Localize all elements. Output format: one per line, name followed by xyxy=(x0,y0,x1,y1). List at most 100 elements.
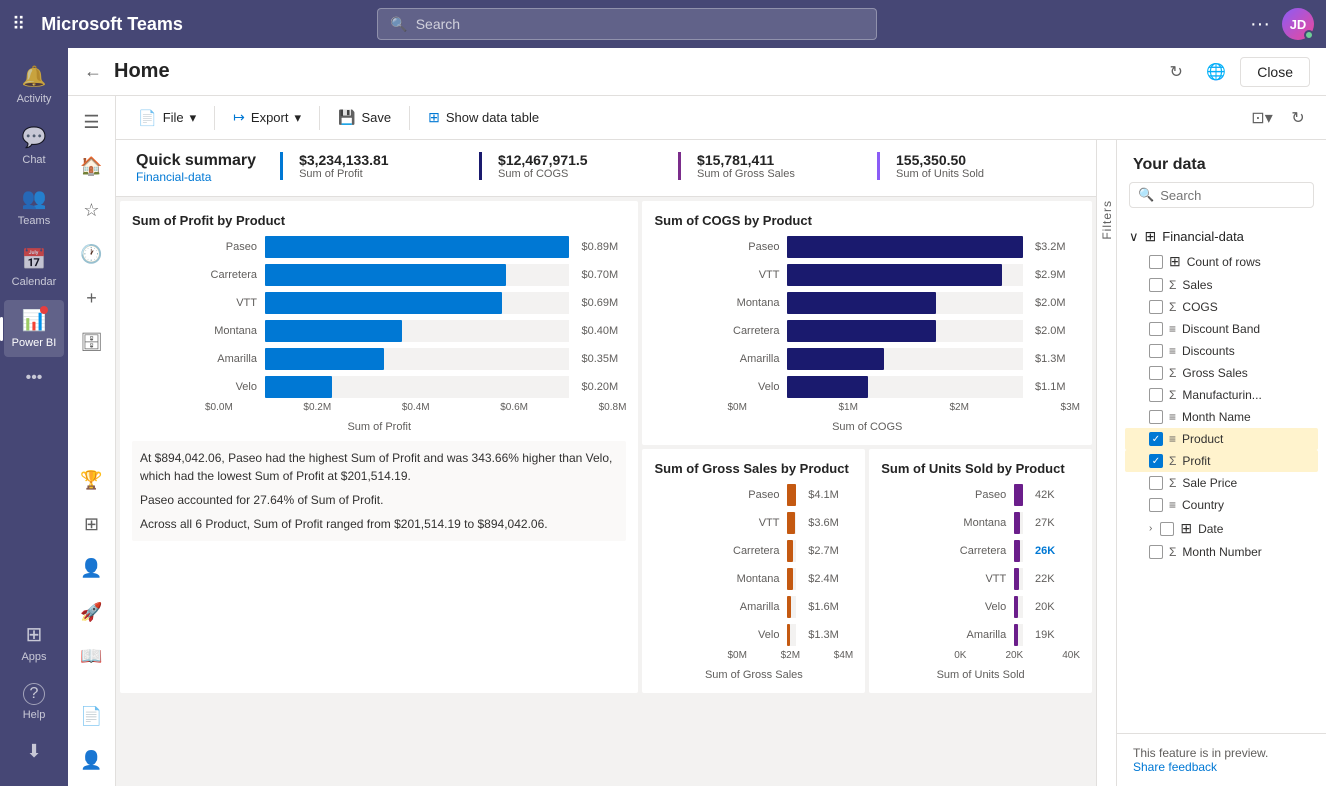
sidebar-item-download[interactable]: ⬇ xyxy=(4,733,64,770)
filter-toggle[interactable]: Filters xyxy=(1096,140,1116,786)
file-button[interactable]: 📄 File ▾ xyxy=(128,103,206,133)
yd-field-sales[interactable]: Σ Sales xyxy=(1125,274,1318,296)
sidebar-item-teams[interactable]: 👥 Teams xyxy=(4,178,64,235)
sidebar-item-activity[interactable]: 🔔 Activity xyxy=(4,56,64,113)
refresh-button[interactable]: ↻ xyxy=(1160,56,1192,88)
date-checkbox[interactable] xyxy=(1160,522,1174,536)
home-nav-icon[interactable]: 🏠 xyxy=(74,148,110,184)
yd-field-product[interactable]: ✓ ≡ Product xyxy=(1125,428,1318,450)
manufacturing-checkbox[interactable] xyxy=(1149,388,1163,402)
bar-value: $1.6M xyxy=(808,601,853,613)
sales-checkbox[interactable] xyxy=(1149,278,1163,292)
yd-field-cogs[interactable]: Σ COGS xyxy=(1125,296,1318,318)
rocket-nav-icon[interactable]: 🚀 xyxy=(74,594,110,630)
grid-nav-icon[interactable]: ⊞ xyxy=(74,506,110,542)
report-nav-icon[interactable]: 📄 xyxy=(74,698,110,734)
yd-field-discount-band[interactable]: ≡ Discount Band xyxy=(1125,318,1318,340)
bar-track xyxy=(1014,484,1023,506)
yd-field-gross-sales[interactable]: Σ Gross Sales xyxy=(1125,362,1318,384)
yd-search-input[interactable] xyxy=(1160,188,1326,203)
units-x-ticks: 0K20K40K xyxy=(881,646,1080,661)
bar-value: 26K xyxy=(1035,545,1080,557)
bar-label: Carretera xyxy=(714,545,779,557)
bar-label: Montana xyxy=(941,517,1006,529)
cogs-chart: Product Paseo $3.2M xyxy=(654,236,1080,398)
yd-field-profit[interactable]: ✓ Σ Profit xyxy=(1125,450,1318,472)
qs-subtitle: Financial-data xyxy=(136,170,256,184)
sidebar-item-apps[interactable]: ⊞ Apps xyxy=(4,614,64,671)
people-nav-icon[interactable]: 👤 xyxy=(74,550,110,586)
view-button[interactable]: ⊡▾ xyxy=(1246,102,1278,134)
download-icon: ⬇ xyxy=(26,741,41,762)
units-chart-title: Sum of Units Sold by Product xyxy=(881,461,1080,476)
sidebar-item-powerbi[interactable]: 📊 Power BI xyxy=(4,300,64,357)
yd-dataset-header[interactable]: ∨ ⊞ Financial-data xyxy=(1125,224,1318,249)
product-checkbox[interactable]: ✓ xyxy=(1149,432,1163,446)
avatar[interactable]: JD xyxy=(1282,8,1314,40)
yd-field-date[interactable]: › ⊞ Date xyxy=(1125,516,1318,541)
cogs-checkbox[interactable] xyxy=(1149,300,1163,314)
activity-icon: 🔔 xyxy=(22,64,47,89)
bar-label: Velo xyxy=(941,601,1006,613)
search-input[interactable] xyxy=(416,16,865,32)
refresh-report-button[interactable]: ↻ xyxy=(1282,102,1314,134)
bar-track xyxy=(787,596,796,618)
globe-button[interactable]: 🌐 xyxy=(1200,56,1232,88)
yd-field-count[interactable]: ⊞ Count of rows xyxy=(1125,249,1318,274)
profit-x-ticks: $0.0M$0.2M$0.4M$0.6M$0.8M xyxy=(132,398,626,413)
close-button[interactable]: Close xyxy=(1240,57,1310,87)
more-options-icon[interactable]: ··· xyxy=(1250,13,1270,36)
sidebar-item-help[interactable]: ? Help xyxy=(4,675,64,729)
book-nav-icon[interactable]: 📖 xyxy=(74,638,110,674)
yd-search[interactable]: 🔍 xyxy=(1129,182,1314,208)
month-number-checkbox[interactable] xyxy=(1149,545,1163,559)
yd-field-month-name[interactable]: ≡ Month Name xyxy=(1125,406,1318,428)
qs-profit-val: $3,234,133.81 xyxy=(299,152,463,168)
sigma-icon: Σ xyxy=(1169,278,1176,292)
sidebar-item-chat[interactable]: 💬 Chat xyxy=(4,117,64,174)
plus-nav-icon[interactable]: + xyxy=(74,280,110,316)
bookmark-nav-icon[interactable]: ☆ xyxy=(74,192,110,228)
month-name-checkbox[interactable] xyxy=(1149,410,1163,424)
gross-sales-checkbox[interactable] xyxy=(1149,366,1163,380)
export-button[interactable]: ↦ Export ▾ xyxy=(223,103,311,132)
yd-field-discounts[interactable]: ≡ Discounts xyxy=(1125,340,1318,362)
sidebar-item-more[interactable]: ••• xyxy=(4,361,64,395)
sigma-icon: Σ xyxy=(1169,366,1176,380)
sidebar-item-calendar[interactable]: 📅 Calendar xyxy=(4,239,64,296)
profit-checkbox[interactable]: ✓ xyxy=(1149,454,1163,468)
teams-icon: 👥 xyxy=(22,186,47,211)
grid-icon[interactable]: ⠿ xyxy=(12,14,25,35)
yd-field-month-number[interactable]: Σ Month Number xyxy=(1125,541,1318,563)
bar-label: Amarilla xyxy=(192,353,257,365)
charts-row-1: Sum of Profit by Product Product Paseo $… xyxy=(116,197,1096,693)
country-checkbox[interactable] xyxy=(1149,498,1163,512)
sale-price-checkbox[interactable] xyxy=(1149,476,1163,490)
trophy-nav-icon[interactable]: 🏆 xyxy=(74,462,110,498)
save-button[interactable]: 💾 Save xyxy=(328,103,401,132)
insight-line2: Paseo accounted for 27.64% of Sum of Pro… xyxy=(140,491,618,509)
db-nav-icon[interactable]: 🗄 xyxy=(74,324,110,360)
bar-value: 22K xyxy=(1035,573,1080,585)
discounts-checkbox[interactable] xyxy=(1149,344,1163,358)
bar-track xyxy=(1014,540,1023,562)
cogs-chart-title: Sum of COGS by Product xyxy=(654,213,1080,228)
global-search[interactable]: 🔍 xyxy=(377,8,877,40)
main-layout: 🔔 Activity 💬 Chat 👥 Teams 📅 Calendar 📊 P… xyxy=(0,48,1326,786)
discount-band-checkbox[interactable] xyxy=(1149,322,1163,336)
field-label: Month Number xyxy=(1182,545,1261,559)
back-button[interactable]: ← xyxy=(84,61,102,82)
user-nav-icon[interactable]: 👤 xyxy=(74,742,110,778)
clock-nav-icon[interactable]: 🕐 xyxy=(74,236,110,272)
show-table-button[interactable]: ⊞ Show data table xyxy=(418,103,549,132)
powerbi-badge: 📊 xyxy=(22,308,47,333)
yd-field-sale-price[interactable]: Σ Sale Price xyxy=(1125,472,1318,494)
hamburger-button[interactable]: ☰ xyxy=(74,104,110,140)
field-label: Discounts xyxy=(1182,344,1235,358)
field-label: Discount Band xyxy=(1182,322,1260,336)
yd-field-country[interactable]: ≡ Country xyxy=(1125,494,1318,516)
count-checkbox[interactable] xyxy=(1149,255,1163,269)
share-feedback-link[interactable]: Share feedback xyxy=(1133,760,1217,774)
file-label: File xyxy=(163,110,184,125)
yd-field-manufacturing[interactable]: Σ Manufacturin... xyxy=(1125,384,1318,406)
